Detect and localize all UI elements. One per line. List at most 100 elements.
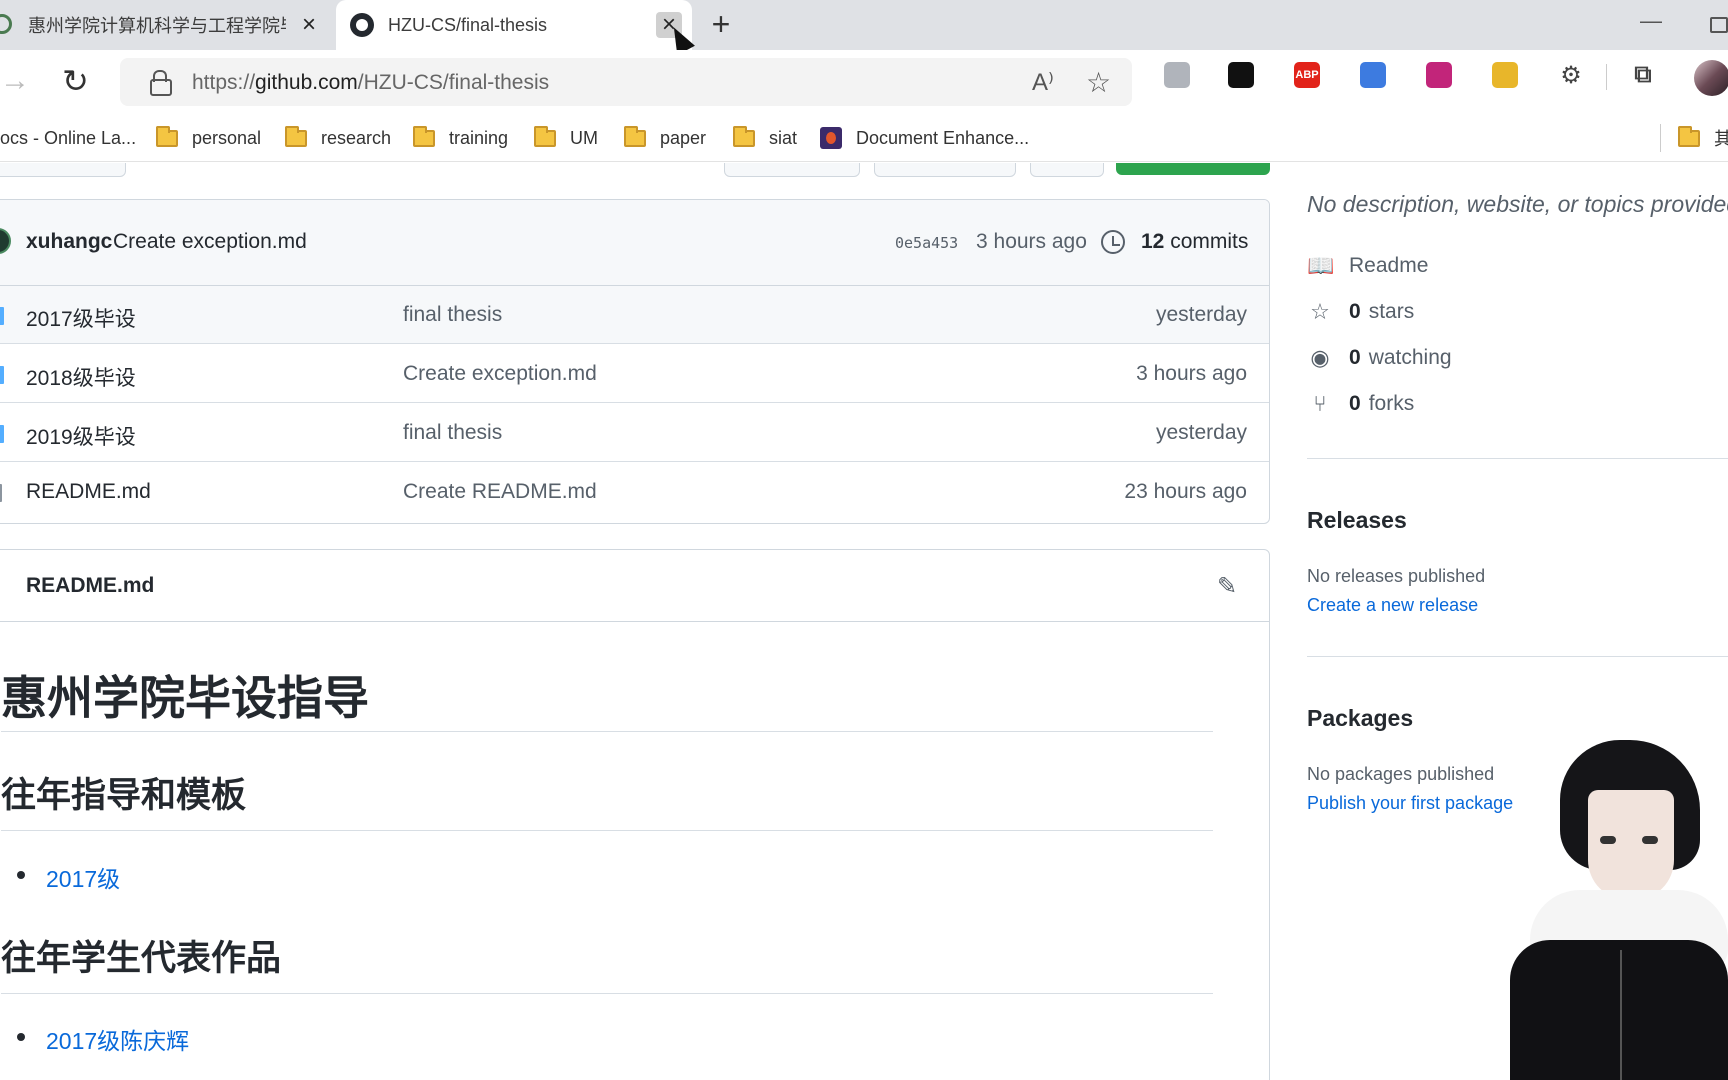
- section-heading: 往年学生代表作品: [1, 939, 282, 978]
- tab-bar: 惠州学院计算机科学与工程学院毕 × HZU-CS/final-thesis × …: [0, 0, 1728, 56]
- create-release-link[interactable]: Create a new release: [1307, 595, 1478, 616]
- adblock-plus-icon[interactable]: ABP: [1294, 62, 1320, 88]
- list-item[interactable]: 2017级陈庆辉: [16, 1022, 189, 1056]
- list-item[interactable]: 2017级: [16, 860, 120, 894]
- file-commit-message-link[interactable]: Create exception.md: [403, 362, 597, 386]
- pencil-icon[interactable]: ✎: [1217, 572, 1243, 600]
- releases-heading[interactable]: Releases: [1307, 507, 1407, 534]
- readme-title-link[interactable]: README.md: [26, 574, 154, 598]
- folder-icon: [624, 125, 646, 147]
- code-button[interactable]: [1116, 163, 1270, 175]
- commit-sha-link[interactable]: 0e5a453: [895, 234, 958, 252]
- folder-icon: [0, 366, 4, 384]
- new-tab-button[interactable]: +: [706, 8, 736, 40]
- colorful-extension-icon[interactable]: [1426, 62, 1452, 88]
- more-button[interactable]: [1030, 163, 1104, 177]
- folder-icon: [413, 125, 435, 147]
- releases-empty-text: No releases published: [1307, 566, 1486, 586]
- history-icon[interactable]: [1101, 230, 1125, 254]
- file-commit-message-link[interactable]: Create README.md: [403, 480, 597, 504]
- avatar-jacket: [1510, 940, 1728, 1080]
- file-name-link[interactable]: README.md: [26, 480, 151, 504]
- file-name-link[interactable]: 2019级毕设: [26, 421, 136, 451]
- readme-link[interactable]: 📖 Readme: [1307, 251, 1428, 281]
- star-icon: ☆: [1310, 299, 1330, 324]
- file-commit-time: 3 hours ago: [1136, 362, 1247, 385]
- url-text[interactable]: https://github.com/HZU-CS/final-thesis: [192, 71, 549, 95]
- avatar[interactable]: [0, 228, 11, 254]
- bookmark-research[interactable]: research: [285, 122, 391, 154]
- bookmark-personal[interactable]: personal: [156, 122, 261, 154]
- streamer-avatar-overlay: [1500, 740, 1728, 1080]
- folder-icon: [0, 307, 4, 325]
- add-favorite-icon[interactable]: ☆: [1086, 66, 1111, 99]
- minimize-icon[interactable]: —: [1640, 8, 1662, 34]
- stars-link[interactable]: ☆ 0 stars: [1307, 297, 1414, 327]
- reload-icon[interactable]: ↻: [62, 62, 89, 100]
- dark-extension-icon[interactable]: [1228, 62, 1254, 88]
- file-name-link[interactable]: 2018级毕设: [26, 362, 136, 392]
- close-tab-icon[interactable]: ×: [296, 11, 322, 38]
- bookmark-um[interactable]: UM: [534, 122, 598, 154]
- bookmark-document-enhance[interactable]: Document Enhance...: [820, 122, 1029, 154]
- file-commit-time: 23 hours ago: [1124, 480, 1247, 503]
- tab-title: 惠州学院计算机科学与工程学院毕: [28, 16, 286, 36]
- file-row[interactable]: README.md Create README.md 23 hours ago: [0, 463, 1269, 521]
- toolbar-divider: [1606, 64, 1607, 90]
- about-description: No description, website, or topics provi…: [1307, 191, 1728, 217]
- go-to-file-button[interactable]: [724, 163, 860, 177]
- heading-divider: [1, 830, 1213, 831]
- sidebar-divider: [1307, 656, 1728, 657]
- avatar-eye: [1600, 836, 1616, 844]
- commits-link[interactable]: 12 commits: [1141, 230, 1248, 254]
- tab-hzu-college[interactable]: 惠州学院计算机科学与工程学院毕 ×: [0, 0, 333, 50]
- forks-link[interactable]: ⑂ 0 forks: [1307, 389, 1414, 419]
- publish-package-link[interactable]: Publish your first package: [1307, 793, 1513, 814]
- branch-button[interactable]: [0, 163, 126, 177]
- file-commit-message-link[interactable]: final thesis: [403, 421, 502, 445]
- tab-final-thesis[interactable]: HZU-CS/final-thesis ×: [336, 0, 692, 50]
- eye-icon: ◉: [1310, 345, 1330, 370]
- bird-extension-icon[interactable]: [1164, 62, 1190, 88]
- puzzle-extensions-icon[interactable]: ⚙: [1558, 62, 1584, 89]
- commit-time: 3 hours ago: [976, 230, 1087, 253]
- collections-icon[interactable]: ⧉: [1630, 61, 1656, 88]
- file-commit-message-link[interactable]: final thesis: [403, 303, 502, 327]
- file-row[interactable]: 2018级毕设 Create exception.md 3 hours ago: [0, 345, 1269, 403]
- section-heading: 往年指导和模板: [1, 776, 247, 815]
- add-file-button[interactable]: [874, 163, 1016, 177]
- file-browser: xuhangc Create exception.md 0e5a453 3 ho…: [0, 199, 1270, 524]
- folder-icon: [156, 125, 178, 147]
- packages-heading[interactable]: Packages: [1307, 705, 1413, 732]
- folder-icon: [285, 125, 307, 147]
- tampermonkey-icon[interactable]: [1492, 62, 1518, 88]
- address-bar[interactable]: https://github.com/HZU-CS/final-thesis A…: [120, 58, 1132, 106]
- watching-link[interactable]: ◉ 0 watching: [1307, 343, 1451, 373]
- read-aloud-icon[interactable]: A⁾: [1032, 68, 1054, 97]
- bookmark-training[interactable]: training: [413, 122, 508, 154]
- heading-divider: [1, 731, 1213, 732]
- maximize-icon[interactable]: [1710, 17, 1728, 33]
- commit-author-link[interactable]: xuhangc: [26, 230, 112, 254]
- folder-icon: [1678, 125, 1700, 147]
- avatar-zipper: [1620, 950, 1622, 1080]
- lock-icon[interactable]: [150, 70, 172, 96]
- profile-avatar[interactable]: [1694, 60, 1728, 96]
- commit-message-link[interactable]: Create exception.md: [113, 230, 307, 254]
- folder-icon: [733, 125, 755, 147]
- bookmark-other[interactable]: 其: [1678, 122, 1728, 154]
- app-icon: [820, 127, 842, 149]
- forward-icon[interactable]: →: [0, 64, 30, 98]
- file-name-link[interactable]: 2017级毕设: [26, 303, 136, 333]
- file-commit-time: yesterday: [1155, 421, 1247, 444]
- bookmark-siat[interactable]: siat: [733, 122, 797, 154]
- latest-commit-bar: xuhangc Create exception.md 0e5a453 3 ho…: [0, 200, 1269, 286]
- bookmark-docs[interactable]: ocs - Online La...: [0, 122, 136, 154]
- book-icon: 📖: [1307, 253, 1335, 278]
- file-row[interactable]: 2017级毕设 final thesis yesterday: [0, 286, 1269, 344]
- college-logo-icon: [0, 14, 12, 34]
- readme-panel: README.md ✎ 惠州学院毕设指导 往年指导和模板 2017级 往年学生代…: [0, 549, 1270, 1080]
- blue-cube-extension-icon[interactable]: [1360, 62, 1386, 88]
- file-row[interactable]: 2019级毕设 final thesis yesterday: [0, 404, 1269, 462]
- bookmark-paper[interactable]: paper: [624, 122, 706, 154]
